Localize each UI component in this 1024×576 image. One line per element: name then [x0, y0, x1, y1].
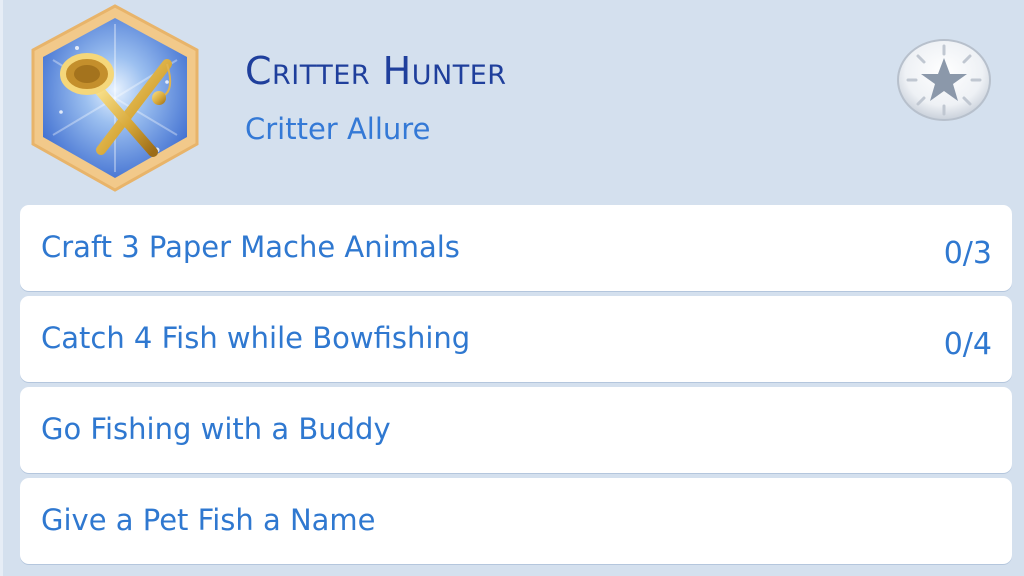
- task-row[interactable]: Craft 3 Paper Mache Animals 0/3: [20, 205, 1012, 291]
- task-row[interactable]: Catch 4 Fish while Bowfishing 0/4: [20, 296, 1012, 382]
- task-progress: 0/3: [943, 236, 992, 271]
- net-and-fishing-rod-icon: [31, 4, 199, 192]
- task-label: Catch 4 Fish while Bowfishing: [41, 321, 471, 355]
- task-list: Craft 3 Paper Mache Animals 0/3 Catch 4 …: [20, 205, 1012, 569]
- aspiration-badge: [17, 0, 213, 196]
- aspiration-subtitle: Critter Allure: [245, 112, 431, 146]
- task-label: Go Fishing with a Buddy: [41, 412, 391, 446]
- task-row[interactable]: Go Fishing with a Buddy: [20, 387, 1012, 473]
- task-label: Give a Pet Fish a Name: [41, 503, 376, 537]
- reward-star-button[interactable]: [896, 38, 992, 122]
- aspiration-panel: Critter Hunter Critter Allure Craft 3 Pa…: [0, 0, 1024, 576]
- aspiration-header: Critter Hunter Critter Allure: [3, 0, 1024, 200]
- aspiration-title: Critter Hunter: [245, 49, 507, 93]
- star-icon: [897, 39, 991, 121]
- task-label: Craft 3 Paper Mache Animals: [41, 230, 460, 264]
- task-row[interactable]: Give a Pet Fish a Name: [20, 478, 1012, 564]
- task-progress: 0/4: [943, 327, 992, 362]
